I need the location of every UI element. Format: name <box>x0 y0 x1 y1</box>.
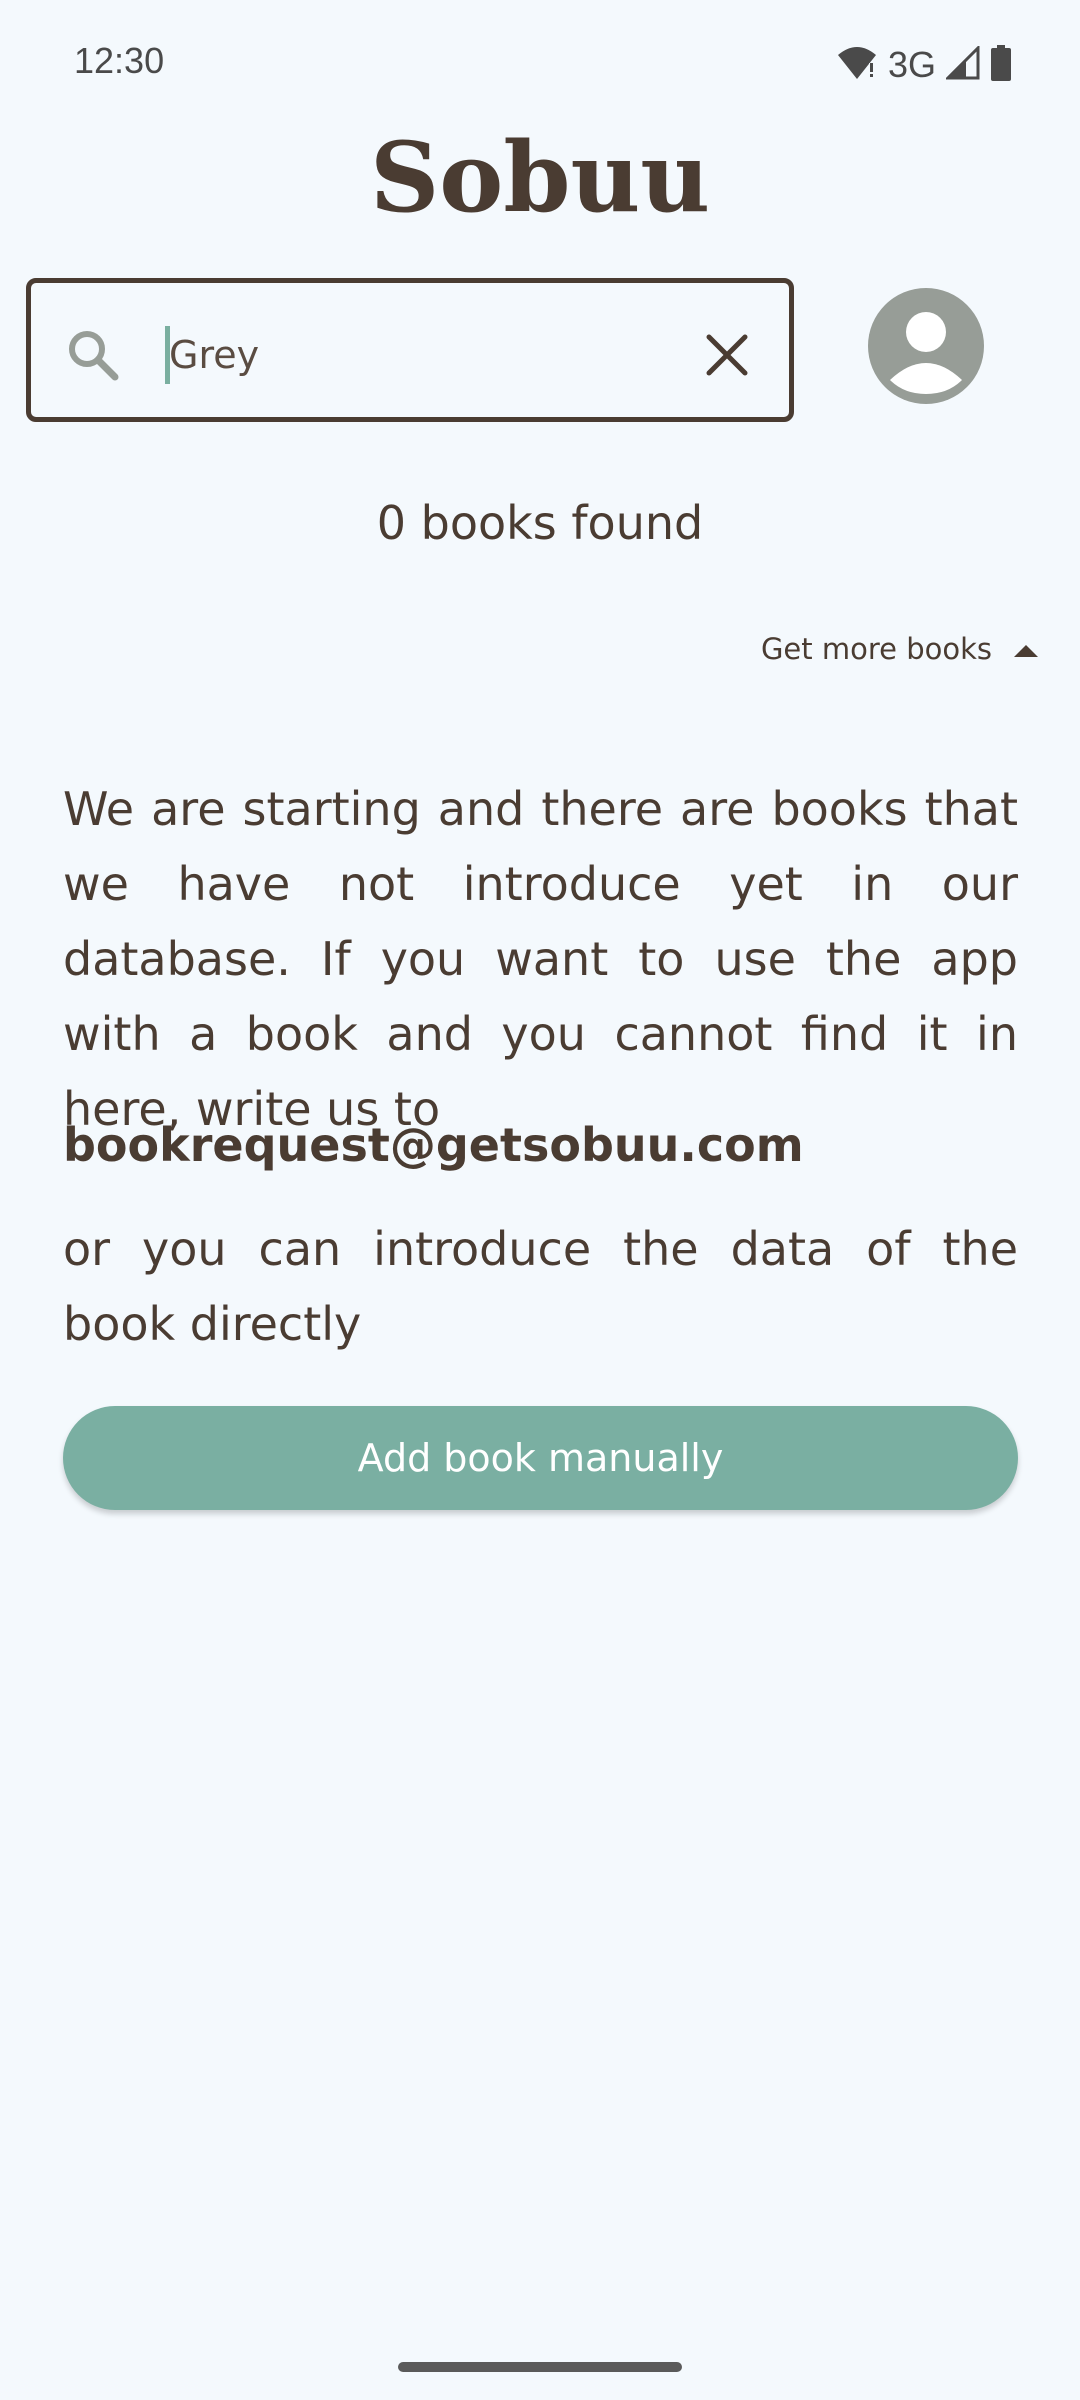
home-indicator[interactable] <box>398 2362 682 2372</box>
triangle-up-icon <box>1012 632 1040 666</box>
search-box[interactable] <box>26 278 794 422</box>
account-circle-icon[interactable] <box>868 288 984 404</box>
app-title: Sobuu <box>369 121 711 234</box>
info-message: We are starting and there are books that… <box>63 782 1018 1136</box>
battery-icon <box>990 45 1012 85</box>
wifi-icon <box>836 45 878 85</box>
status-icons: 3G <box>836 44 1012 86</box>
add-book-manually-button[interactable]: Add book manually <box>63 1406 1018 1510</box>
manual-entry-message: or you can introduce the data of the boo… <box>63 1222 1018 1351</box>
search-input[interactable] <box>169 315 649 395</box>
status-bar: 12:30 3G <box>0 0 1080 130</box>
books-found-count: 0 books found <box>376 496 704 550</box>
signal-icon <box>944 44 980 84</box>
get-more-books-label: Get more books <box>760 632 992 666</box>
close-icon[interactable] <box>699 327 755 383</box>
search-icon <box>65 327 121 383</box>
status-time: 12:30 <box>74 40 165 81</box>
network-type: 3G <box>887 44 936 85</box>
get-more-books-toggle[interactable]: Get more books <box>761 632 1040 666</box>
request-email: bookrequest@getsobuu.com <box>63 1118 804 1172</box>
